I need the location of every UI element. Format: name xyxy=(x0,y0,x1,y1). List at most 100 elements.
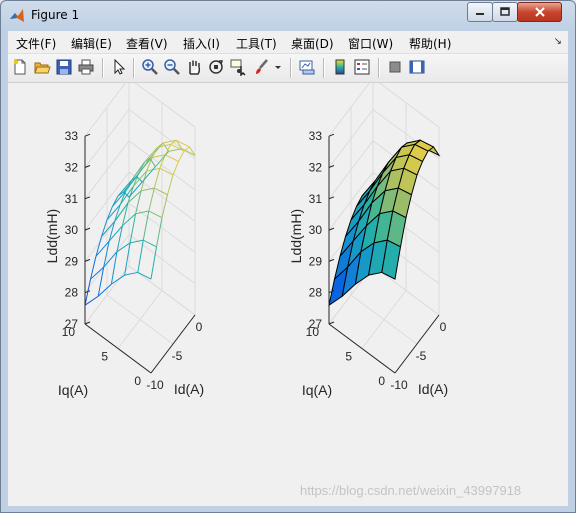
toolbar-separator xyxy=(323,58,325,78)
z-tick-label: 29 xyxy=(65,254,79,268)
z-tick-label: 29 xyxy=(309,254,323,268)
axes-right-surface[interactable]: 272829303132330510-10-50Ldd(mH)Iq(A) Id(A… xyxy=(288,83,448,398)
menu-window[interactable]: 窗口(W) xyxy=(348,35,393,52)
z-tick-label: 33 xyxy=(65,129,79,143)
window-title: Figure 1 xyxy=(31,8,80,22)
mesh-line xyxy=(165,154,179,162)
figure-canvas[interactable]: 27 28 29 30 31 32 33 0 5 10 -10 -5 0 Ldd(mH) Iq(A) Id(A… xyxy=(8,83,568,506)
z-tick-label: 30 xyxy=(309,223,323,237)
z-tick-label: 31 xyxy=(65,192,79,206)
figure-toolbar xyxy=(8,54,568,83)
z-tick-label: 31 xyxy=(309,192,323,206)
close-button[interactable] xyxy=(517,2,562,22)
figure-client-area: 文件(F) 编辑(E) 查看(V) 插入(I) 工具(T) 桌面(D) 窗口(W… xyxy=(8,31,568,506)
zoom-out-icon[interactable] xyxy=(163,58,181,76)
print-icon[interactable] xyxy=(77,58,95,76)
mesh-line xyxy=(148,210,163,219)
menu-dock-arrow-icon[interactable]: ↘ xyxy=(554,36,562,47)
mesh-line xyxy=(142,210,150,241)
x-tick-label: 0 xyxy=(196,320,203,334)
brush-dropdown-icon[interactable] xyxy=(273,58,283,76)
mesh-line xyxy=(111,274,125,285)
toolbar-separator xyxy=(290,58,292,78)
x-axis-line xyxy=(150,314,196,374)
show-plot-tools-icon[interactable] xyxy=(408,58,426,76)
mesh-line xyxy=(167,174,174,195)
menu-tools[interactable]: 工具(T) xyxy=(236,35,277,52)
y-axis-line xyxy=(84,323,152,374)
x-tick-label: -5 xyxy=(172,349,183,363)
mesh-line xyxy=(137,240,144,273)
watermark-text: https://blog.csdn.net/weixin_43997918 xyxy=(300,483,521,498)
menu-insert[interactable]: 插入(I) xyxy=(183,35,220,52)
brush-icon[interactable] xyxy=(253,58,271,76)
z-tick-label: 32 xyxy=(309,161,323,175)
x-tick-label: -5 xyxy=(416,349,427,363)
minimize-button[interactable] xyxy=(467,2,493,22)
toolbar-separator xyxy=(378,58,380,78)
minimize-icon xyxy=(476,13,484,15)
y-tick-label: 10 xyxy=(306,325,320,339)
mesh-line xyxy=(178,150,185,162)
x-axis-label: Id(A) xyxy=(174,381,204,397)
mesh-line xyxy=(153,168,161,189)
menu-view[interactable]: 查看(V) xyxy=(126,35,168,52)
toolbar-separator xyxy=(102,58,104,78)
y-axis-label: Iq(A) xyxy=(302,382,332,398)
legend-icon[interactable] xyxy=(353,58,371,76)
y-tick-label: 0 xyxy=(378,374,385,388)
maximize-button[interactable] xyxy=(492,2,518,22)
menu-desktop[interactable]: 桌面(D) xyxy=(291,35,334,52)
z-axis-label: Ldd(mH) xyxy=(288,209,304,263)
save-icon[interactable] xyxy=(55,58,73,76)
link-plot-icon[interactable] xyxy=(298,58,316,76)
mesh-line xyxy=(164,144,172,156)
z-tick-label: 28 xyxy=(65,286,79,300)
menu-edit[interactable]: 编辑(E) xyxy=(71,35,112,52)
open-file-icon[interactable] xyxy=(33,58,51,76)
x-tick-label: -10 xyxy=(390,378,408,392)
new-figure-icon[interactable] xyxy=(11,58,29,76)
x-tick-label: -10 xyxy=(146,378,164,392)
y-tick-label: 10 xyxy=(62,325,76,339)
maximize-icon xyxy=(500,7,510,16)
menu-bar: 文件(F) 编辑(E) 查看(V) 插入(I) 工具(T) 桌面(D) 窗口(W… xyxy=(8,31,568,54)
axes-left-mesh[interactable]: 272829303132330510-10-50Ldd(mH)Iq(A) Id(A… xyxy=(44,83,204,398)
x-axis-line xyxy=(394,314,440,374)
y-tick-label: 5 xyxy=(345,350,352,364)
mesh-line xyxy=(137,271,152,280)
mesh-line xyxy=(112,190,127,207)
close-icon xyxy=(534,7,545,17)
mesh-line xyxy=(90,256,97,280)
menu-help[interactable]: 帮助(H) xyxy=(409,35,451,52)
y-axis-label: Iq(A) xyxy=(58,382,88,398)
pan-icon[interactable] xyxy=(185,58,203,76)
mesh-line xyxy=(106,206,113,221)
matlab-logo-icon xyxy=(9,8,25,24)
y-tick-label: 5 xyxy=(101,350,108,364)
mesh-line xyxy=(143,239,157,248)
mesh-line xyxy=(154,187,168,196)
colorbar-icon[interactable] xyxy=(331,58,349,76)
y-axis-line xyxy=(328,323,396,374)
plots-svg[interactable]: 272829303132330510-10-50Ldd(mH)Iq(A) Id(A… xyxy=(8,83,568,506)
x-axis-label: Id(A) xyxy=(418,381,448,397)
z-axis-label: Ldd(mH) xyxy=(44,209,60,263)
grid-line xyxy=(117,290,163,349)
mesh-line xyxy=(168,148,182,152)
y-tick-label: 0 xyxy=(134,374,141,388)
zoom-in-icon[interactable] xyxy=(141,58,159,76)
data-cursor-icon[interactable] xyxy=(229,58,247,76)
z-tick-label: 30 xyxy=(65,223,79,237)
z-tick-label: 32 xyxy=(65,161,79,175)
title-bar[interactable]: Figure 1 xyxy=(1,1,575,31)
z-tick-label: 28 xyxy=(309,286,323,300)
menu-file[interactable]: 文件(F) xyxy=(16,35,56,52)
z-tick-label: 33 xyxy=(309,129,323,143)
hide-plot-tools-icon[interactable] xyxy=(386,58,404,76)
pointer-icon[interactable] xyxy=(110,58,128,76)
mesh-line xyxy=(172,161,179,176)
mesh-line xyxy=(124,271,138,276)
rotate-3d-icon[interactable] xyxy=(207,58,225,76)
mesh-line xyxy=(162,142,170,152)
